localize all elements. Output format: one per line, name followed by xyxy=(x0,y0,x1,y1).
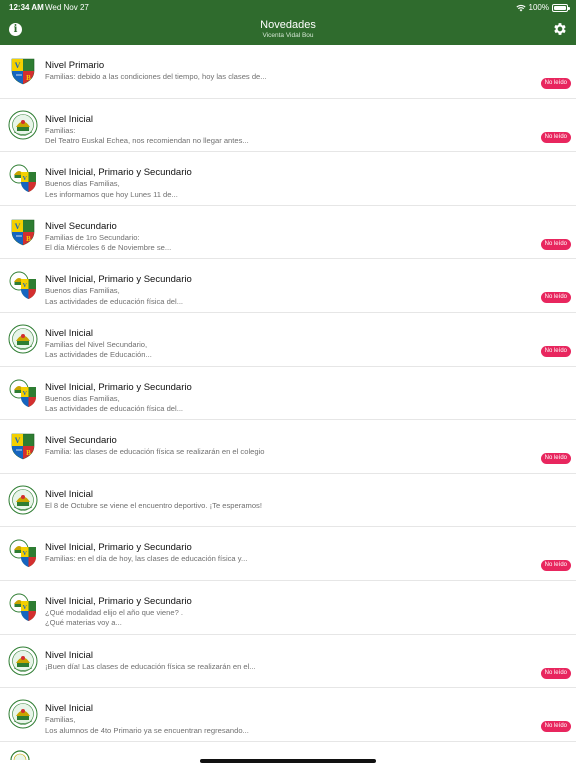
list-item[interactable]: Nivel Inicial Familias del Nivel Secundar… xyxy=(0,313,576,367)
list-item-preview: Familias: xyxy=(45,125,76,135)
list-item[interactable]: V Nivel Inicial, Primario y Secundario Bue… xyxy=(0,152,576,206)
list-item-preview: Las actividades de educación física del.… xyxy=(45,404,184,414)
school-seal-logo xyxy=(8,699,38,729)
list-item[interactable]: Nivel Inicial ¡Buen día! Las clases de ed… xyxy=(0,635,576,689)
unread-badge: No leído xyxy=(540,453,571,465)
school-shield-logo: VB xyxy=(11,219,35,246)
svg-text:V: V xyxy=(15,61,21,70)
school-combined-logo: V xyxy=(9,593,36,621)
list-item[interactable]: V Nivel Inicial, Primario y Secundario ¿Qu… xyxy=(0,581,576,635)
list-item-title: Nivel Inicial, Primario y Secundario xyxy=(45,274,192,286)
wifi-icon xyxy=(515,4,526,11)
list-item-preview: Los alumnos de 4to Primario ya se encuen… xyxy=(45,725,249,735)
page-subtitle: Vicenta Vidal Bou xyxy=(262,32,314,39)
list-item-preview: Buenos días Familias, xyxy=(45,179,120,189)
svg-text:V: V xyxy=(23,551,28,557)
list-item-preview: Familia: las clases de educación física … xyxy=(45,447,265,457)
list-item-preview: Buenos días Familias, xyxy=(45,393,120,403)
school-combined-logo: V xyxy=(9,539,36,568)
settings-button[interactable] xyxy=(552,21,568,37)
unread-badge: No leído xyxy=(540,345,571,357)
school-shield-logo: VB xyxy=(11,433,35,460)
list-item[interactable]: Nivel Inicial Familias: Del Teatro Euskal … xyxy=(0,99,576,153)
svg-text:B: B xyxy=(26,449,31,457)
svg-text:V: V xyxy=(23,283,28,289)
school-combined-logo: V xyxy=(9,164,36,193)
svg-text:V: V xyxy=(23,176,28,182)
list-item-preview: ¡Buen día! Las clases de educación físic… xyxy=(45,661,256,671)
list-item-preview: Familias: en el día de hoy, las clases d… xyxy=(45,554,248,564)
list-item[interactable]: V Nivel Inicial, Primario y Secundario Bue… xyxy=(0,259,576,313)
list-item[interactable]: V B Nivel Secundario Familias de 1ro Secund… xyxy=(0,206,576,260)
list-item-preview: Familias, xyxy=(45,715,76,725)
school-shield-logo: VB xyxy=(11,58,35,85)
school-combined-logo: V xyxy=(9,379,36,407)
list-item-title: Nivel Inicial xyxy=(45,327,94,339)
status-date: Wed Nov 27 xyxy=(45,3,89,12)
unread-badge: No leído xyxy=(540,238,571,250)
svg-text:V: V xyxy=(23,391,28,397)
list-item-preview: Las actividades de educación física del.… xyxy=(45,296,184,306)
list-item-title: Nivel Secundario xyxy=(45,220,117,232)
list-item-title: Nivel Inicial, Primario y Secundario xyxy=(45,542,192,554)
unread-badge: No leído xyxy=(540,292,571,304)
list-item-title: Nivel Secundario xyxy=(45,435,117,447)
list-item-preview: El día Miércoles 6 de Noviembre se... xyxy=(45,243,172,253)
unread-badge: No leído xyxy=(540,721,571,733)
list-item-preview: Del Teatro Euskal Echea, nos recomiendan… xyxy=(45,136,249,146)
list-item[interactable]: V Nivel Inicial, Primario y Secundario Fam… xyxy=(0,527,576,581)
list-item-preview: ¿Qué modalidad elijo el año que viene? . xyxy=(45,607,184,617)
battery-percent: 100% xyxy=(528,3,549,12)
list-item[interactable]: V B Nivel Primario Familias: debido a las c… xyxy=(0,45,576,99)
navigation-header: 12:34 AM Wed Nov 27 100% i Novedades Vic… xyxy=(0,0,576,45)
list-item-title: Nivel Inicial, Primario y Secundario xyxy=(45,595,192,607)
home-indicator[interactable] xyxy=(200,759,376,763)
list-item-title: Nivel Inicial xyxy=(45,113,94,125)
school-seal-logo xyxy=(10,750,30,760)
list-item[interactable]: Nivel Inicial Familias, Los alumnos de 4to… xyxy=(0,688,576,742)
status-time: 12:34 AM xyxy=(9,3,44,12)
list-item-preview: Las actividades de Educación... xyxy=(45,350,152,360)
list-item-title: Nivel Inicial xyxy=(45,703,94,715)
list-item-title: Nivel Primario xyxy=(45,60,105,71)
list-item-preview: Familias del Nivel Secundario, xyxy=(45,339,148,349)
school-combined-logo: V xyxy=(9,271,36,300)
list-item-preview: Buenos días Familias, xyxy=(45,286,120,296)
unread-badge: No leído xyxy=(540,131,571,143)
gear-icon xyxy=(554,23,566,35)
list-item-preview: Les informamos que hoy Lunes 11 de... xyxy=(45,189,178,199)
list-item-title: Nivel Inicial xyxy=(45,488,94,500)
svg-text:B: B xyxy=(26,74,31,82)
school-seal-logo xyxy=(8,485,38,515)
status-bar: 12:34 AM Wed Nov 27 100% xyxy=(0,0,576,14)
school-seal-logo xyxy=(8,324,38,354)
unread-badge: No leído xyxy=(540,560,571,572)
list-item[interactable]: V B Nivel Secundario Familia: las clases de… xyxy=(0,420,576,474)
list-item-preview: Familias de 1ro Secundario: xyxy=(45,232,140,242)
list-item-preview: El 8 de Octubre se viene el encuentro de… xyxy=(45,500,262,510)
news-list: V B Nivel Primario Familias: debido a las c… xyxy=(0,45,576,742)
svg-text:V: V xyxy=(23,605,28,611)
school-seal-logo xyxy=(8,646,38,676)
list-item[interactable]: V Nivel Inicial, Primario y Secundario Bue… xyxy=(0,367,576,421)
list-item-title: Nivel Inicial, Primario y Secundario xyxy=(45,381,192,393)
list-item-preview: ¿Qué materias voy a... xyxy=(45,618,122,628)
svg-text:V: V xyxy=(15,436,21,445)
list-item-preview: Familias: debido a las condiciones del t… xyxy=(45,72,267,81)
school-seal-logo xyxy=(8,110,38,140)
unread-badge: No leído xyxy=(540,667,571,679)
list-item[interactable]: Nivel Inicial El 8 de Octubre se viene el… xyxy=(0,474,576,528)
status-indicators: 100% xyxy=(515,3,570,12)
partial-list-item xyxy=(0,742,576,768)
battery-icon xyxy=(552,3,570,12)
list-item-title: Nivel Inicial, Primario y Secundario xyxy=(45,167,192,179)
svg-text:V: V xyxy=(15,222,21,231)
unread-badge: No leído xyxy=(540,78,571,89)
page-title: Novedades xyxy=(260,19,316,31)
list-item-title: Nivel Inicial xyxy=(45,649,94,661)
svg-text:B: B xyxy=(26,235,31,243)
